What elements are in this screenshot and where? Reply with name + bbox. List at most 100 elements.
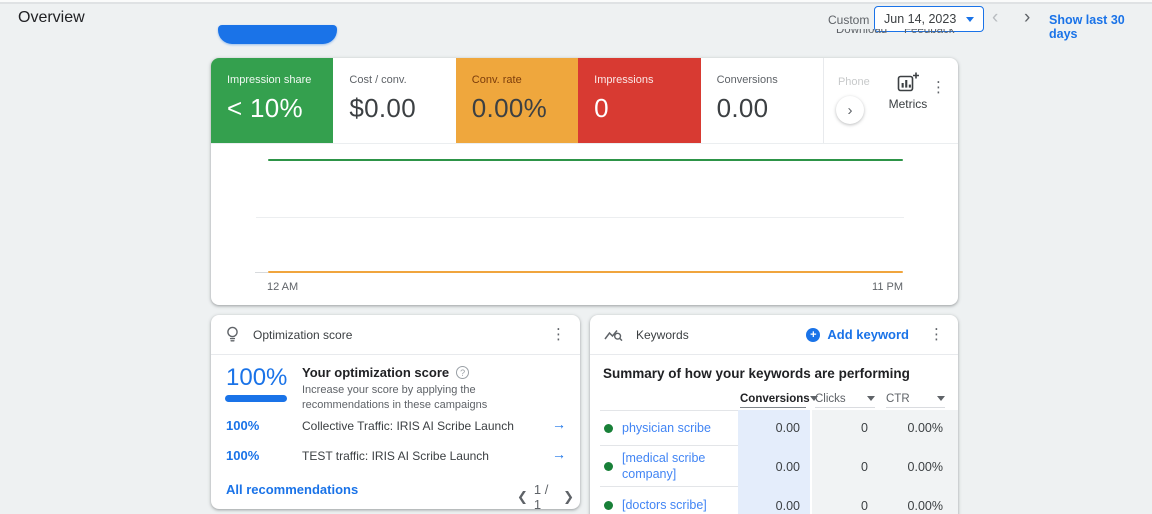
lightbulb-icon xyxy=(227,326,238,342)
keyword-link[interactable]: [medical scribe company] xyxy=(622,450,710,483)
optimization-card-title: Optimization score xyxy=(253,327,353,342)
conv-rate-series-line xyxy=(268,271,903,273)
column-header-ctr[interactable]: CTR xyxy=(886,390,945,408)
optimization-card-header: Optimization score ⋮ xyxy=(211,315,580,355)
chart-gridline xyxy=(256,217,904,218)
cell-ctr: 0.00% xyxy=(907,459,943,474)
show-last-30-days-link[interactable]: Show last 30 days xyxy=(1049,13,1152,41)
recommendations-pagination: ❮ 1 / 1 ❯ xyxy=(511,482,580,512)
cell-conversions: 0.00 xyxy=(775,459,800,474)
scorecard-strip: Impression share < 10% Cost / conv. $0.0… xyxy=(211,58,958,144)
column-header-conversions[interactable]: Conversions xyxy=(740,390,818,408)
table-row-keyword[interactable]: physician scribe xyxy=(600,410,738,446)
status-dot-icon xyxy=(604,423,613,433)
feedback-label: Feedback xyxy=(904,29,955,36)
scorecard-label: Cost / conv. xyxy=(349,74,407,86)
scroll-scorecards-right-button[interactable]: › xyxy=(835,96,864,124)
campaign-score: 100% xyxy=(226,448,260,463)
cell-conversions: 0.00 xyxy=(775,421,800,435)
scorecard-label: Conv. rate xyxy=(471,74,522,86)
go-to-campaign-arrow[interactable]: → xyxy=(552,446,566,462)
cell-clicks: 0 xyxy=(861,459,868,474)
scorecard-impression-share[interactable]: Impression share < 10% xyxy=(211,58,334,143)
optimization-score-progress-bar xyxy=(225,395,287,402)
cell-clicks: 0 xyxy=(861,421,868,435)
scorecard-conv-rate[interactable]: Conv. rate 0.00% xyxy=(455,58,579,143)
date-range-mode-label: Custom xyxy=(828,13,870,27)
keyword-link[interactable]: [doctors scribe] xyxy=(622,497,707,513)
date-picker-value: Jun 14, 2023 xyxy=(884,12,957,26)
scorecard-value: $0.00 xyxy=(349,93,416,123)
cell-ctr: 0.00% xyxy=(907,499,943,513)
x-tick-label-12am: 12 AM xyxy=(267,281,299,293)
clipped-primary-button[interactable] xyxy=(218,25,337,44)
previous-date-button[interactable]: ‹ xyxy=(992,8,998,28)
status-dot-icon xyxy=(604,461,613,471)
scorecard-value: 0 xyxy=(594,93,609,123)
next-date-button[interactable]: › xyxy=(1024,8,1030,28)
keywords-icon xyxy=(604,330,623,342)
page-title: Overview xyxy=(18,9,85,26)
scorecard-label: Conversions xyxy=(716,74,778,86)
scorecard-label: Impressions xyxy=(594,74,654,86)
all-recommendations-link[interactable]: All recommendations xyxy=(226,482,358,497)
optimization-score-value: 100% xyxy=(226,364,288,391)
table-row-keyword[interactable]: [medical scribe company] xyxy=(600,446,738,487)
pagination-value: 1 / 1 xyxy=(533,482,549,512)
optimization-description: Increase your score by applying the reco… xyxy=(302,384,488,411)
pagination-next-icon[interactable]: ❯ xyxy=(557,489,580,505)
column-header-clicks[interactable]: Clicks xyxy=(815,390,875,408)
go-to-campaign-arrow[interactable]: → xyxy=(552,416,566,432)
status-dot-icon xyxy=(604,501,613,510)
overview-chart-card: Impression share < 10% Cost / conv. $0.0… xyxy=(211,58,958,305)
keywords-summary-text: Summary of how your keywords are perform… xyxy=(603,366,910,381)
scorecard-impressions[interactable]: Impressions 0 xyxy=(578,58,701,143)
cell-ctr: 0.00% xyxy=(907,421,943,435)
chevron-right-icon: › xyxy=(847,101,853,119)
optimization-score-summary: Your optimization score ? Increase your … xyxy=(302,365,564,413)
table-row-keyword[interactable]: [doctors scribe] xyxy=(600,487,738,514)
optimization-more-menu[interactable]: ⋮ xyxy=(551,326,566,343)
scorecard-label: Impression share xyxy=(227,74,312,86)
x-tick-label-11pm: 11 PM xyxy=(872,281,903,293)
scorecard-value: < 10% xyxy=(227,93,303,123)
plus-circle-icon: + xyxy=(806,327,821,342)
keyword-link[interactable]: physician scribe xyxy=(622,420,711,436)
window-top-border xyxy=(0,2,1152,4)
keywords-card: Keywords + Add keyword ⋮ Summary of how … xyxy=(590,315,958,514)
add-metrics-icon xyxy=(897,72,919,92)
scorecard-conversions[interactable]: Conversions 0.00 xyxy=(701,58,823,143)
campaign-name: TEST traffic: IRIS AI Scribe Launch xyxy=(302,449,489,463)
optimization-heading: Your optimization score xyxy=(302,365,450,380)
metrics-control-section: Phone › Metrics ⋮ xyxy=(822,58,958,143)
pagination-prev-icon[interactable]: ❮ xyxy=(511,489,534,505)
keywords-card-title: Keywords xyxy=(636,327,689,342)
keywords-card-header: Keywords + Add keyword ⋮ xyxy=(590,315,958,355)
add-keyword-label: Add keyword xyxy=(827,327,909,342)
column-label: Conversions xyxy=(740,392,810,405)
hidden-scorecard-phone: Phone xyxy=(837,76,870,88)
campaign-name: Collective Traffic: IRIS AI Scribe Launc… xyxy=(302,419,514,433)
chevron-down-icon xyxy=(937,396,945,401)
keywords-table: physician scribe 0.00 0 0.00% [medical s… xyxy=(600,410,958,514)
feedback-button[interactable]: Feedback xyxy=(904,29,966,38)
column-label: Clicks xyxy=(815,392,846,405)
scorecard-cost-per-conv[interactable]: Cost / conv. $0.00 xyxy=(333,58,455,143)
x-axis-tick xyxy=(255,272,268,273)
metrics-button-label: Metrics xyxy=(888,97,928,111)
scorecard-value: 0.00% xyxy=(471,93,548,123)
column-label: CTR xyxy=(886,392,910,405)
cell-conversions: 0.00 xyxy=(775,499,800,513)
optimization-score-card: Optimization score ⋮ 100% Your optimizat… xyxy=(211,315,580,512)
add-keyword-button[interactable]: + Add keyword xyxy=(806,327,909,342)
chevron-down-icon xyxy=(867,396,875,401)
help-icon[interactable]: ? xyxy=(456,366,470,379)
cell-clicks: 0 xyxy=(861,499,868,513)
scorecard-value: 0.00 xyxy=(716,93,769,123)
chart-more-menu[interactable]: ⋮ xyxy=(931,80,946,96)
chevron-down-icon xyxy=(966,16,974,22)
campaign-score: 100% xyxy=(226,418,260,433)
impression-share-series-line xyxy=(268,159,903,161)
download-button[interactable]: Download xyxy=(836,29,898,38)
keywords-more-menu[interactable]: ⋮ xyxy=(929,326,944,343)
